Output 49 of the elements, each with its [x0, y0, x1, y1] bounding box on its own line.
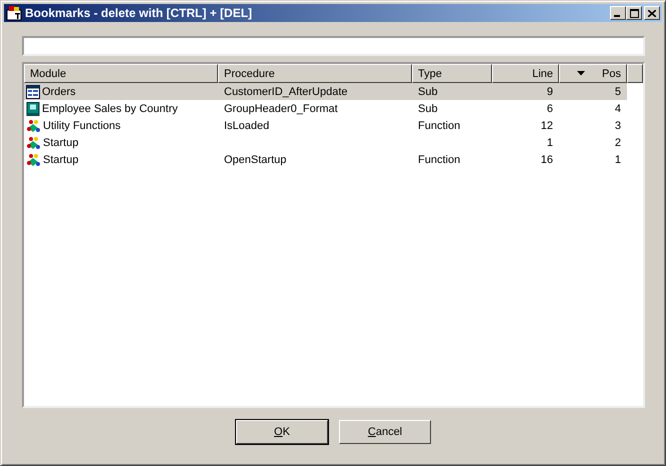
list-row[interactable]: Startup 1 2	[24, 134, 627, 151]
table-cell: 12	[540, 120, 553, 132]
close-icon	[648, 10, 656, 16]
window-title: Bookmarks - delete with [CTRL] + [DEL]	[25, 6, 254, 20]
table-cell: GroupHeader0_Format	[224, 102, 338, 114]
column-header[interactable]: Module	[24, 64, 218, 83]
table-cell: OpenStartup	[224, 154, 286, 166]
module-icon	[26, 152, 41, 166]
list-row[interactable]: Orders CustomerID_AfterUpdate Sub 9 5	[24, 83, 627, 100]
maximize-button[interactable]	[626, 6, 642, 20]
cancel-button[interactable]: Cancel	[339, 420, 431, 444]
module-icon	[26, 136, 41, 150]
table-cell: Function	[418, 154, 460, 166]
table-cell: 2	[614, 136, 621, 148]
report-icon	[26, 102, 40, 116]
table-cell: 3	[614, 120, 621, 132]
table-cell: Orders	[42, 86, 76, 98]
list-row[interactable]: Startup OpenStartup Function 16 1	[24, 151, 627, 168]
table-cell: 9	[546, 86, 553, 98]
table-cell: 1	[614, 154, 621, 166]
column-header[interactable]: Line	[492, 64, 559, 83]
table-cell: CustomerID_AfterUpdate	[224, 86, 348, 98]
table-cell: Function	[418, 120, 460, 132]
table-cell: Sub	[418, 86, 438, 98]
bookmark-app-icon	[6, 5, 22, 21]
close-button[interactable]	[644, 6, 660, 20]
table-cell: Startup	[43, 154, 78, 166]
table-cell: 4	[614, 102, 621, 114]
table-cell: 6	[546, 102, 553, 114]
table-cell: Startup	[43, 136, 78, 148]
table-cell: Sub	[418, 102, 438, 114]
maximize-icon	[630, 8, 638, 18]
minimize-button[interactable]	[610, 6, 626, 20]
filter-field[interactable]	[22, 36, 645, 56]
column-header[interactable]: Pos	[559, 64, 627, 83]
table-cell: 1	[546, 136, 553, 148]
table-cell: IsLoaded	[224, 120, 270, 132]
table-cell: 16	[540, 154, 553, 166]
sort-arrow-icon	[577, 71, 585, 76]
module-icon	[26, 118, 41, 132]
list-row[interactable]: Employee Sales by Country GroupHeader0_Format Sub 6 4	[24, 100, 627, 117]
table-cell: Employee Sales by Country	[42, 102, 178, 114]
table-cell: Utility Functions	[43, 120, 121, 132]
column-header[interactable]: Procedure	[218, 64, 412, 83]
form-icon	[26, 84, 40, 98]
column-header[interactable]: Type	[412, 64, 492, 83]
ok-button[interactable]: OK	[236, 420, 328, 444]
table-cell: 5	[614, 86, 621, 98]
list-row[interactable]: Utility Functions IsLoaded Function 12 3	[24, 117, 627, 134]
